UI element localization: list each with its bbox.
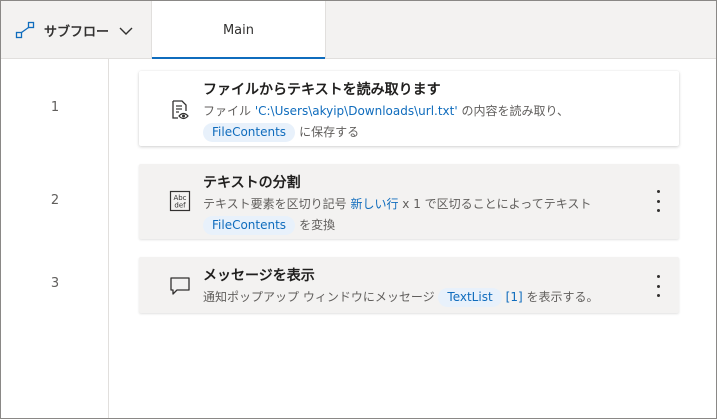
action-description: テキスト要素を区切り記号 新しい行 x 1 で区切ることによってテキスト Fil… [203,194,643,236]
action-title: ファイルからテキストを読み取ります [203,82,441,98]
subflow-dropdown[interactable]: サブフロー [1,1,152,59]
svg-text:def: def [174,202,186,210]
action-card-display-message[interactable]: メッセージを表示 通知ポップアップ ウィンドウにメッセージ TextList [1… [139,257,679,313]
subflow-label: サブフロー [44,24,110,40]
more-options-icon[interactable] [651,275,665,297]
desc-text: を表示する。 [526,290,599,304]
read-text-file-icon [169,99,191,121]
line-number: 1 [50,100,60,115]
subflow-icon [15,20,35,40]
action-card-read-text-file[interactable]: ファイルからテキストを読み取ります ファイル 'C:\Users\akyip\D… [139,71,679,146]
variable-token[interactable]: TextList [438,288,502,307]
more-options-icon[interactable] [651,190,665,212]
line-number: 3 [50,276,60,291]
file-path-token[interactable]: 'C:\Users\akyip\Downloads\url.txt' [255,104,458,118]
action-description: 通知ポップアップ ウィンドウにメッセージ TextList [1] を表示する。 [203,287,643,308]
split-text-icon: Abc def [169,190,191,212]
message-box-icon [169,275,191,297]
delimiter-token[interactable]: 新しい行 [350,197,398,211]
variable-token[interactable]: FileContents [203,123,296,142]
chevron-down-icon [118,23,134,39]
action-description: ファイル 'C:\Users\akyip\Downloads\url.txt' … [203,101,643,143]
tab-bar: サブフロー Main [1,1,716,59]
desc-text: の内容を読み取り、 [457,104,569,118]
index-token[interactable]: [1] [506,290,523,304]
flow-designer: サブフロー Main 1 2 3 ファイルからテキストを読み取ります ファイル … [0,0,717,419]
desc-text: x 1 で区切ることによってテキスト [398,197,592,211]
desc-text: ファイル [203,104,255,118]
action-card-split-text[interactable]: Abc def テキストの分割 テキスト要素を区切り記号 新しい行 x 1 で区… [139,164,679,239]
desc-text: テキスト要素を区切り記号 [203,197,351,211]
line-number: 2 [50,193,60,208]
action-title: テキストの分割 [203,175,301,191]
desc-text: に保存する [299,125,360,139]
variable-token[interactable]: FileContents [203,216,296,235]
desc-text: を変換 [299,218,336,232]
tab-main[interactable]: Main [152,1,326,59]
desc-text: 通知ポップアップ ウィンドウにメッセージ [203,290,439,304]
action-title: メッセージを表示 [203,268,315,284]
tab-main-label: Main [222,22,255,38]
